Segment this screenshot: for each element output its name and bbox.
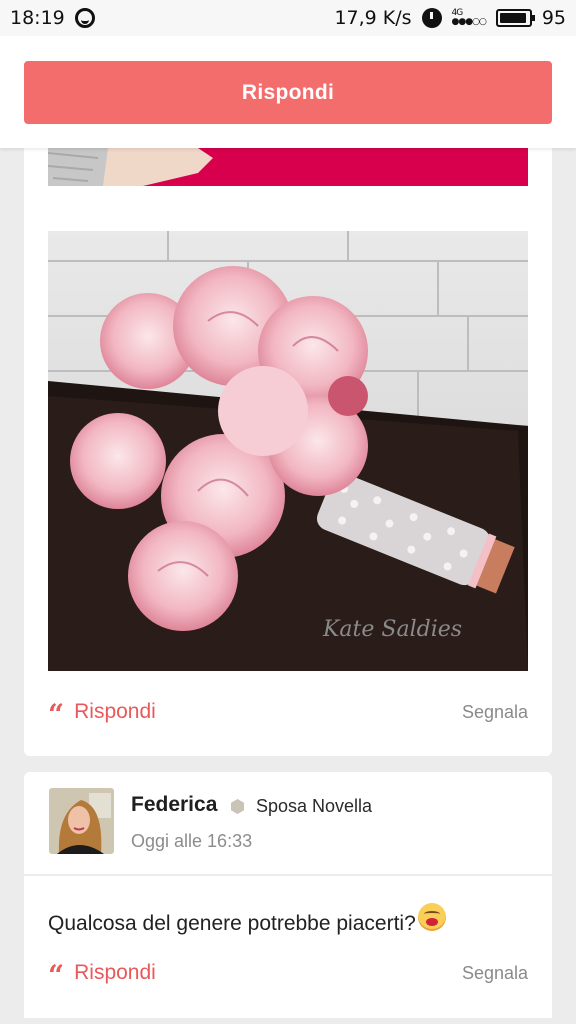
photo-watermark: Kate Saldies: [322, 617, 462, 642]
grinning-face-icon: [417, 903, 446, 931]
reply-header-bar: Rispondi: [0, 36, 576, 148]
quote-icon: “: [48, 698, 65, 731]
reply-link[interactable]: “ Rispondi: [48, 698, 156, 731]
post-text: Qualcosa del genere potrebbe piacerti?: [48, 912, 416, 935]
reply-link[interactable]: “ Rispondi: [48, 959, 156, 992]
divider: [24, 874, 552, 876]
app-notification-icon: [74, 8, 95, 28]
battery-icon: [495, 9, 535, 27]
alarm-icon: [421, 8, 442, 28]
reply-link-label: Rispondi: [74, 961, 156, 984]
post-timestamp: Oggi alle 16:33: [131, 831, 253, 851]
avatar[interactable]: [49, 788, 114, 854]
battery-level-fill: [499, 13, 527, 23]
rank-badge-icon: [230, 799, 245, 814]
bouquet-photo[interactable]: Kate Saldies: [48, 231, 528, 671]
signal-icon: 4G ●●●○○: [451, 8, 487, 27]
status-left: 18:19: [10, 7, 95, 29]
report-link[interactable]: Segnala: [462, 702, 528, 723]
previous-post-image[interactable]: [48, 148, 528, 186]
post-card: Kate Saldies “ Rispondi Segnala: [24, 148, 552, 756]
battery-percentage: 95: [541, 7, 566, 29]
user-rank: Sposa Novella: [256, 796, 373, 816]
post-actions: “ Rispondi Segnala: [48, 698, 528, 731]
reply-button[interactable]: Rispondi: [24, 61, 552, 124]
post-card: Federica Sposa Novella Oggi alle 16:33 Q…: [24, 772, 552, 1018]
network-type: 4G: [451, 8, 464, 18]
quote-icon: “: [48, 959, 65, 992]
status-right: 17,9 K/s 4G ●●●○○ 95: [334, 7, 566, 29]
reply-link-label: Rispondi: [74, 700, 156, 723]
network-speed: 17,9 K/s: [334, 7, 412, 29]
post-body: Qualcosa del genere potrebbe piacerti?: [48, 903, 446, 936]
report-link[interactable]: Segnala: [462, 963, 528, 984]
author-name[interactable]: Federica: [131, 793, 217, 817]
post-actions: “ Rispondi Segnala: [48, 959, 528, 992]
status-bar: 18:19 17,9 K/s 4G ●●●○○ 95: [0, 0, 576, 36]
status-time: 18:19: [10, 7, 65, 29]
